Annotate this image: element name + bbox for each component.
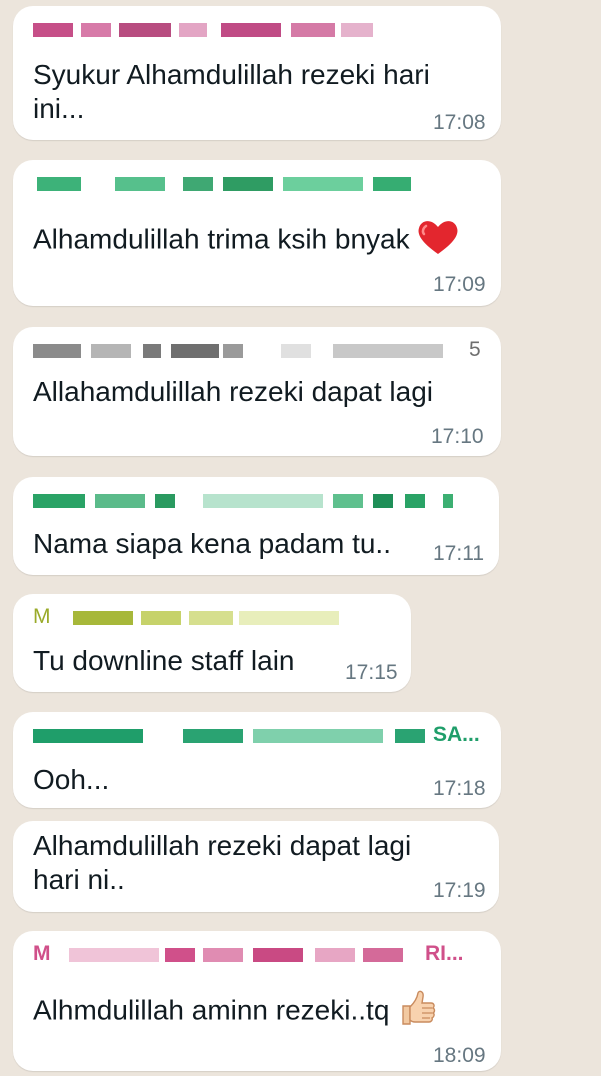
message-time: 17:18 xyxy=(433,777,486,800)
sender-name-redacted: SA... xyxy=(33,726,503,744)
message-bubble[interactable]: M Tu downline staff lain 17:15 xyxy=(13,594,411,692)
message-bubble[interactable]: Alhamdulillah trima ksih bnyak 17:09 xyxy=(13,160,501,306)
thumbs-up-icon xyxy=(397,988,437,1036)
message-bubble[interactable]: 5 Allahamdulillah rezeki dapat lagi 17:1… xyxy=(13,327,501,456)
message-time: 17:11 xyxy=(433,542,484,565)
red-heart-icon xyxy=(417,218,459,264)
message-bubble[interactable]: SA... Ooh... 17:18 xyxy=(13,712,501,808)
chat-area: Syukur Alhamdulillah rezeki hari ini... … xyxy=(0,0,601,1076)
sender-name-redacted: M RI... xyxy=(33,945,464,963)
message-time: 17:09 xyxy=(433,273,486,296)
message-text: Syukur Alhamdulillah rezeki hari ini... xyxy=(33,59,430,124)
message-text: Tu downline staff lain xyxy=(33,645,295,676)
message-time: 17:19 xyxy=(433,879,486,902)
message-text: Ooh... xyxy=(33,764,110,795)
sender-name-redacted xyxy=(33,174,453,192)
message-bubble[interactable]: M RI... Alhmdulillah aminn rezeki..tq 18… xyxy=(13,931,501,1071)
message-text: Alhamdulillah rezeki dapat lagi hari ni.… xyxy=(33,830,412,895)
message-bubble[interactable]: Nama siapa kena padam tu.. 17:11 xyxy=(13,477,499,575)
message-bubble[interactable]: Syukur Alhamdulillah rezeki hari ini... … xyxy=(13,6,501,140)
message-time: 17:15 xyxy=(345,661,398,684)
message-bubble[interactable]: Alhamdulillah rezeki dapat lagi hari ni.… xyxy=(13,821,499,912)
sender-name-redacted xyxy=(33,491,453,509)
sender-name-redacted xyxy=(33,20,453,38)
message-text: Alhamdulillah trima ksih bnyak xyxy=(33,218,459,264)
message-text: Allahamdulillah rezeki dapat lagi xyxy=(33,376,434,407)
sender-name-redacted: M xyxy=(33,608,373,626)
message-text: Nama siapa kena padam tu.. xyxy=(33,528,391,559)
message-time: 17:10 xyxy=(431,425,484,448)
message-time: 18:09 xyxy=(433,1044,486,1067)
sender-name-redacted: 5 xyxy=(33,341,493,359)
message-text: Alhmdulillah aminn rezeki..tq xyxy=(33,988,437,1036)
message-time: 17:08 xyxy=(433,111,486,134)
